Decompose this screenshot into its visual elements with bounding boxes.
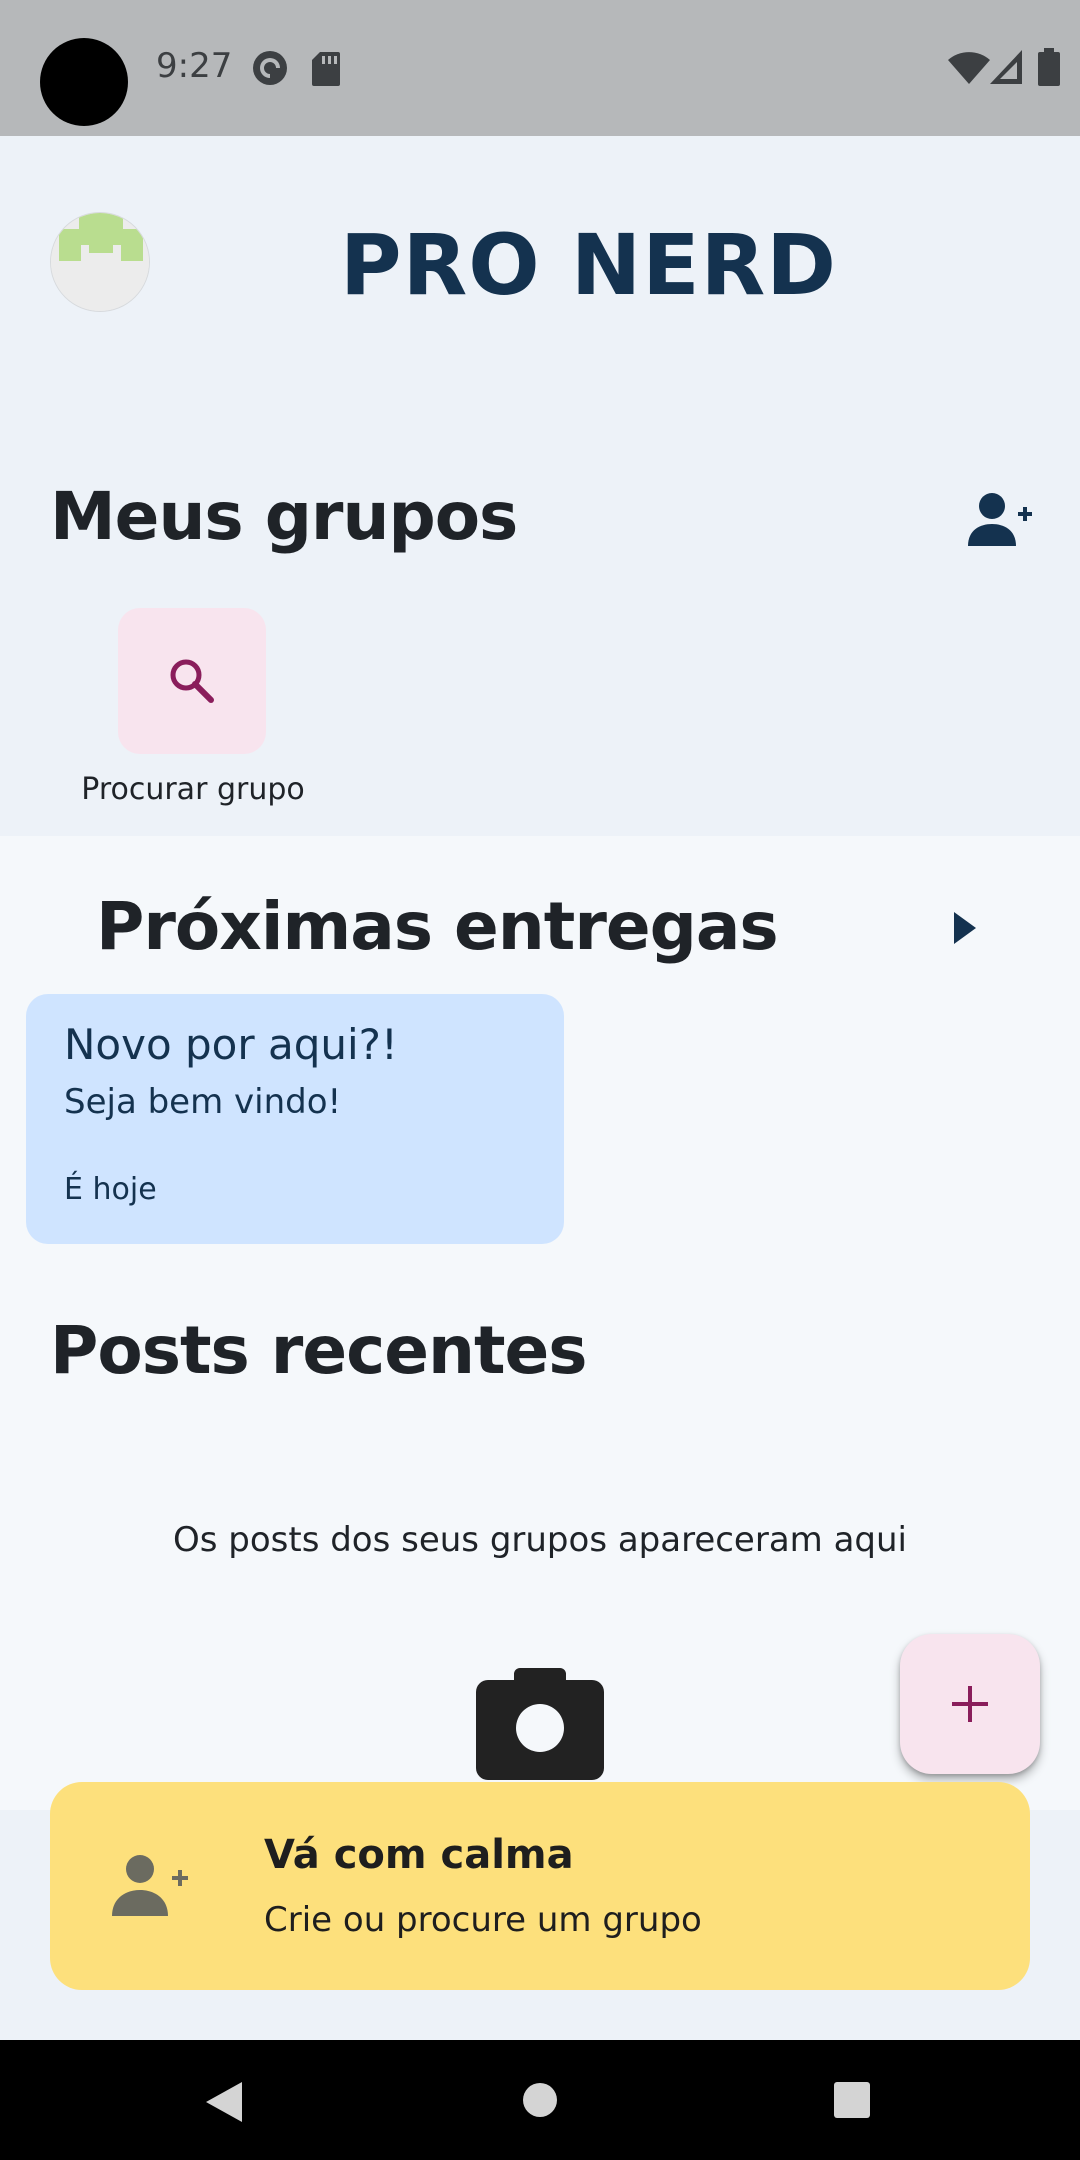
back-icon[interactable]	[204, 2080, 244, 2124]
deliveries-title: Próximas entregas	[96, 888, 779, 965]
status-bar: 9:27	[0, 0, 1080, 136]
add-group-button[interactable]	[966, 490, 1036, 550]
card-subtitle: Seja bem vindo!	[64, 1082, 342, 1122]
pixel-avatar-icon	[51, 213, 149, 311]
status-time: 9:27	[156, 46, 233, 86]
wifi-icon	[948, 52, 990, 84]
camera-cutout	[40, 38, 128, 126]
sd-card-icon	[312, 52, 340, 86]
search-icon	[170, 659, 214, 703]
app-title: PRO NERD	[340, 216, 837, 314]
search-group-label: Procurar grupo	[81, 772, 305, 807]
deliveries-expand-button[interactable]	[948, 908, 982, 948]
empty-posts-message: Os posts dos seus grupos apareceram aqui	[172, 1520, 908, 1560]
my-groups-title: Meus grupos	[50, 478, 518, 555]
banner-subtitle: Crie ou procure um grupo	[264, 1900, 702, 1940]
plus-icon	[952, 1686, 988, 1722]
delivery-card[interactable]: Novo por aqui?! Seja bem vindo! É hoje	[26, 994, 564, 1244]
play-arrow-icon	[954, 912, 976, 944]
banner-title: Vá com calma	[264, 1832, 574, 1878]
card-title: Novo por aqui?!	[64, 1020, 398, 1069]
camera-icon	[476, 1666, 604, 1780]
home-icon[interactable]	[522, 2082, 558, 2118]
recents-icon[interactable]	[834, 2082, 870, 2118]
avatar[interactable]	[50, 212, 150, 312]
system-nav-bar	[0, 2040, 1080, 2160]
add-post-fab[interactable]	[900, 1634, 1040, 1774]
add-person-icon	[968, 493, 1032, 546]
add-person-icon	[112, 1855, 188, 1916]
search-group-tile[interactable]	[118, 608, 266, 754]
recent-posts-title: Posts recentes	[50, 1312, 588, 1389]
notice-banner[interactable]: Vá com calma Crie ou procure um grupo	[50, 1782, 1030, 1990]
battery-icon	[1038, 48, 1060, 86]
card-date: É hoje	[64, 1172, 157, 1207]
pocket-casts-icon	[253, 51, 287, 85]
cellular-signal-icon	[990, 50, 1022, 84]
